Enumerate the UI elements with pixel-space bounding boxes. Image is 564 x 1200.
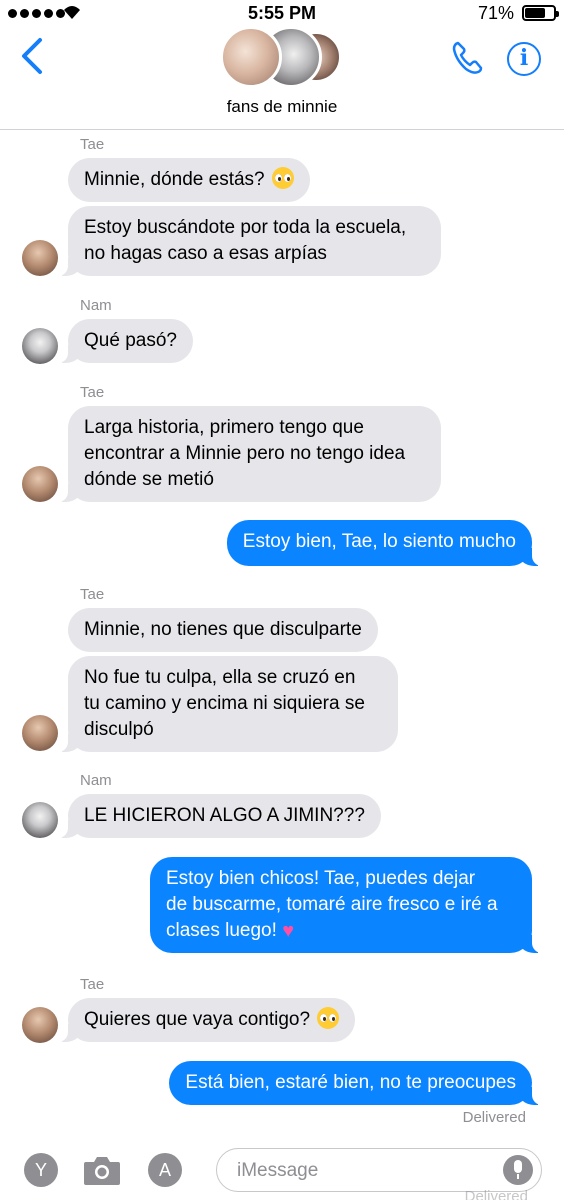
message-text-line: Estoy buscándote por toda la escuela, (84, 217, 407, 238)
message-text-line: no hagas caso a esas arpías (84, 243, 327, 264)
message-text-line: Larga historia, primero tengo que (84, 417, 364, 438)
incoming-message[interactable]: Qué pasó? (58, 319, 193, 363)
delivered-ghost: Delivered (464, 1188, 528, 1200)
message-text-line: clases luego! (166, 920, 277, 941)
input-placeholder: iMessage (237, 1160, 319, 1181)
incoming-message[interactable]: No fue tu culpa, ella se cruzó en tu cam… (58, 656, 398, 752)
message-text-line: dónde se metió (84, 469, 214, 490)
message-text-line: de buscarme, tomaré aire fresco e iré a (166, 894, 498, 915)
sender-name: Tae (80, 136, 105, 153)
imessage-input[interactable]: iMessage (216, 1148, 542, 1192)
avatar-tae[interactable] (22, 715, 58, 751)
y-app-button[interactable]: Y (24, 1153, 58, 1187)
camera-icon[interactable] (82, 1153, 122, 1187)
outgoing-message[interactable]: Estoy bien, Tae, lo siento mucho (226, 520, 543, 566)
message-text-line: disculpó (84, 719, 154, 740)
sender-name: Nam (80, 772, 112, 789)
pleading-face-emoji (317, 1007, 340, 1029)
avatar-nam[interactable] (22, 802, 58, 838)
outgoing-message[interactable]: Estoy bien chicos! Tae, puedes dejar de … (150, 857, 542, 953)
growing-heart-emoji: ♥ (282, 920, 295, 942)
message-text-line: Estoy bien chicos! Tae, puedes dejar (166, 868, 476, 889)
message-text: Qué pasó? (84, 330, 177, 351)
message-text: Quieres que vaya contigo? (84, 1009, 311, 1030)
phone-icon[interactable] (450, 40, 486, 76)
avatar-tae[interactable] (22, 240, 58, 276)
message-text-line: encontrar a Minnie pero no tengo idea (84, 443, 406, 464)
message-text: Minnie, dónde estás? (84, 169, 265, 190)
group-avatar[interactable] (220, 26, 342, 88)
incoming-message[interactable]: Minnie, dónde estás? (68, 158, 310, 202)
avatar-tae[interactable] (22, 466, 58, 502)
microphone-icon[interactable] (503, 1155, 533, 1185)
message-text-line: tu camino y encima ni siquiera se (84, 693, 365, 714)
message-text: Minnie, no tienes que disculparte (84, 619, 362, 640)
message-text: Está bien, estaré bien, no te preocupes (185, 1072, 516, 1093)
avatar-tae[interactable] (22, 1007, 58, 1043)
app-store-button[interactable]: A (148, 1153, 182, 1187)
outgoing-message[interactable]: Está bien, estaré bien, no te preocupes (169, 1061, 542, 1105)
conversation-header: fans de minnie i (0, 0, 564, 130)
sender-name: Nam (80, 297, 112, 314)
message-text-line: No fue tu culpa, ella se cruzó en (84, 667, 356, 688)
sender-name: Tae (80, 976, 105, 993)
info-icon[interactable]: i (507, 42, 541, 76)
incoming-message[interactable]: Estoy buscándote por toda la escuela, no… (58, 206, 441, 276)
pleading-face-emoji (271, 167, 294, 189)
incoming-message[interactable]: LE HICIERON ALGO A JIMIN??? (58, 794, 381, 838)
incoming-message[interactable]: Minnie, no tienes que disculparte (68, 608, 378, 652)
back-chevron-icon[interactable] (18, 36, 48, 76)
sender-name: Tae (80, 586, 105, 603)
incoming-message[interactable]: Larga historia, primero tengo que encont… (58, 406, 441, 502)
avatar-nam[interactable] (22, 328, 58, 364)
message-text: Estoy bien, Tae, lo siento mucho (242, 531, 516, 552)
message-text: LE HICIERON ALGO A JIMIN??? (84, 805, 365, 826)
member-photo (220, 26, 282, 88)
delivered-receipt: Delivered (462, 1109, 526, 1126)
incoming-message[interactable]: Quieres que vaya contigo? (57, 998, 356, 1042)
sender-name: Tae (80, 384, 105, 401)
group-name[interactable]: fans de minnie (0, 97, 564, 117)
